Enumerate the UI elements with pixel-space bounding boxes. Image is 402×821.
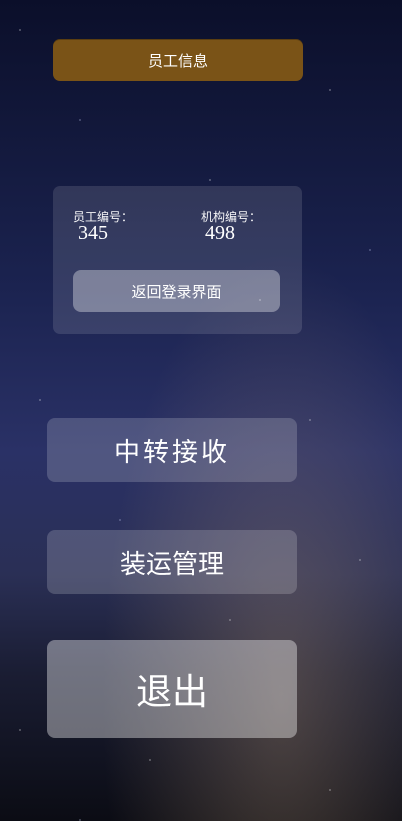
exit-button[interactable]: 退出 bbox=[47, 640, 297, 738]
back-to-login-button[interactable]: 返回登录界面 bbox=[73, 270, 280, 312]
employee-info-panel: 员工编号： 345 机构编号： 498 返回登录界面 bbox=[53, 186, 302, 334]
page-title: 员工信息 bbox=[53, 39, 303, 81]
org-id-value: 498 bbox=[205, 222, 235, 244]
shipping-manage-button[interactable]: 装运管理 bbox=[47, 530, 297, 594]
employee-id-value: 345 bbox=[78, 222, 108, 244]
transfer-receive-button[interactable]: 中转接收 bbox=[47, 418, 297, 482]
